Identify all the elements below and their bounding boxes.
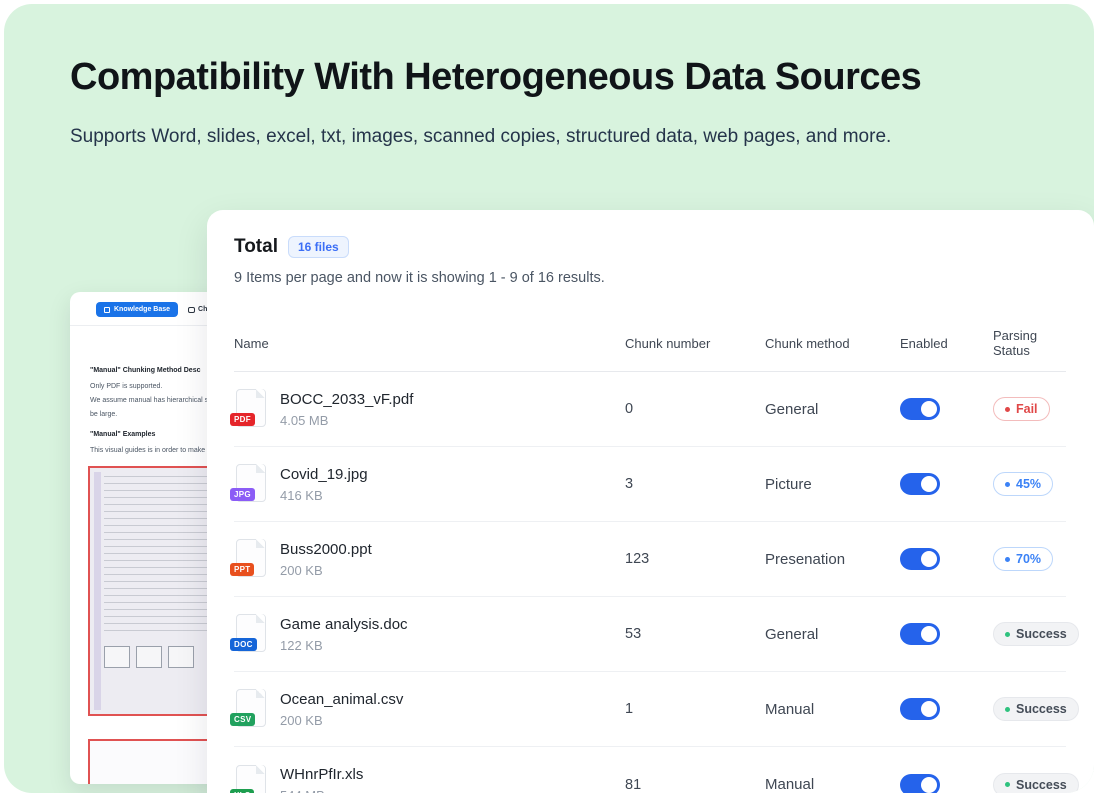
column-header-chunk-number: Chunk number: [625, 336, 765, 351]
file-type-icon-xls: XLS: [234, 765, 266, 793]
toggle-knob: [921, 476, 937, 492]
table-row: PDF BOCC_2033_vF.pdf 4.05 MB 0 General F…: [234, 372, 1066, 447]
status-badge: Success: [993, 773, 1079, 793]
file-table-panel: Total 16 files 9 Items per page and now …: [207, 210, 1094, 793]
chunk-number: 123: [625, 551, 765, 567]
status-dot-icon: [1005, 557, 1010, 562]
file-name: Covid_19.jpg: [280, 466, 368, 483]
chunk-number: 0: [625, 401, 765, 417]
file-name: Buss2000.ppt: [280, 541, 372, 558]
file-size: 200 KB: [280, 563, 372, 578]
enabled-toggle[interactable]: [900, 623, 940, 645]
status-badge: 70%: [993, 547, 1053, 571]
status-badge: Success: [993, 622, 1079, 646]
background-card: Compatibility With Heterogeneous Data So…: [4, 4, 1094, 793]
chunk-method: Manual: [765, 701, 900, 718]
figure-thumb: [104, 646, 130, 668]
status-badge: Fail: [993, 397, 1050, 421]
status-dot-icon: [1005, 482, 1010, 487]
chunk-method: Picture: [765, 476, 900, 493]
toggle-knob: [921, 551, 937, 567]
column-header-parsing-status: Parsing Status: [993, 328, 1066, 358]
toggle-knob: [921, 701, 937, 717]
toggle-knob: [921, 401, 937, 417]
toggle-knob: [921, 777, 937, 793]
chat-icon: [188, 307, 195, 313]
file-type-icon-pdf: PDF: [234, 389, 266, 429]
page: Compatibility With Heterogeneous Data So…: [0, 0, 1098, 793]
files-count-badge: 16 files: [288, 236, 349, 258]
file-size: 544 MB: [280, 788, 363, 793]
chunk-method: General: [765, 401, 900, 418]
chunk-number: 1: [625, 701, 765, 717]
chunk-method: Manual: [765, 776, 900, 793]
file-size: 416 KB: [280, 488, 368, 503]
figure-thumb: [136, 646, 162, 668]
file-type-icon-csv: CSV: [234, 689, 266, 729]
total-label: Total: [234, 236, 278, 258]
enabled-toggle[interactable]: [900, 398, 940, 420]
page-title: Compatibility With Heterogeneous Data So…: [70, 56, 921, 99]
pagination-text: 9 Items per page and now it is showing 1…: [234, 270, 1066, 286]
toggle-knob: [921, 626, 937, 642]
table-row: JPG Covid_19.jpg 416 KB 3 Picture 45%: [234, 447, 1066, 522]
column-header-name: Name: [234, 336, 625, 351]
table-row: XLS WHnrPfIr.xls 544 MB 81 Manual Succes…: [234, 747, 1066, 793]
enabled-toggle[interactable]: [900, 473, 940, 495]
file-type-icon-ppt: PPT: [234, 539, 266, 579]
enabled-toggle[interactable]: [900, 774, 940, 793]
status-dot-icon: [1005, 407, 1010, 412]
status-badge: 45%: [993, 472, 1053, 496]
file-type-icon-jpg: JPG: [234, 464, 266, 504]
status-dot-icon: [1005, 632, 1010, 637]
file-type-icon-doc: DOC: [234, 614, 266, 654]
enabled-toggle[interactable]: [900, 548, 940, 570]
file-name: Ocean_animal.csv: [280, 691, 403, 708]
page-subtitle: Supports Word, slides, excel, txt, image…: [70, 126, 891, 148]
file-size: 122 KB: [280, 638, 408, 653]
column-header-chunk-method: Chunk method: [765, 336, 900, 351]
knowledge-base-icon: [104, 307, 110, 313]
table-row: CSV Ocean_animal.csv 200 KB 1 Manual Suc…: [234, 672, 1066, 747]
table-row: PPT Buss2000.ppt 200 KB 123 Presenation …: [234, 522, 1066, 597]
chunk-number: 3: [625, 476, 765, 492]
table-row: DOC Game analysis.doc 122 KB 53 General …: [234, 597, 1066, 672]
chunk-number: 53: [625, 626, 765, 642]
file-name: WHnrPfIr.xls: [280, 766, 363, 783]
chunk-method: Presenation: [765, 551, 900, 568]
document-margin: [94, 472, 101, 710]
file-size: 4.05 MB: [280, 413, 413, 428]
file-name: BOCC_2033_vF.pdf: [280, 391, 413, 408]
panel-header: Total 16 files: [234, 236, 1066, 258]
column-header-enabled: Enabled: [900, 336, 993, 351]
chunk-method: General: [765, 626, 900, 643]
enabled-toggle[interactable]: [900, 698, 940, 720]
knowledge-base-button[interactable]: Knowledge Base: [96, 302, 178, 317]
file-name: Game analysis.doc: [280, 616, 408, 633]
status-badge: Success: [993, 697, 1079, 721]
table-header: Name Chunk number Chunk method Enabled P…: [234, 314, 1066, 372]
knowledge-base-button-label: Knowledge Base: [114, 306, 170, 313]
chunk-number: 81: [625, 777, 765, 793]
file-size: 200 KB: [280, 713, 403, 728]
status-dot-icon: [1005, 782, 1010, 787]
figure-thumb: [168, 646, 194, 668]
status-dot-icon: [1005, 707, 1010, 712]
